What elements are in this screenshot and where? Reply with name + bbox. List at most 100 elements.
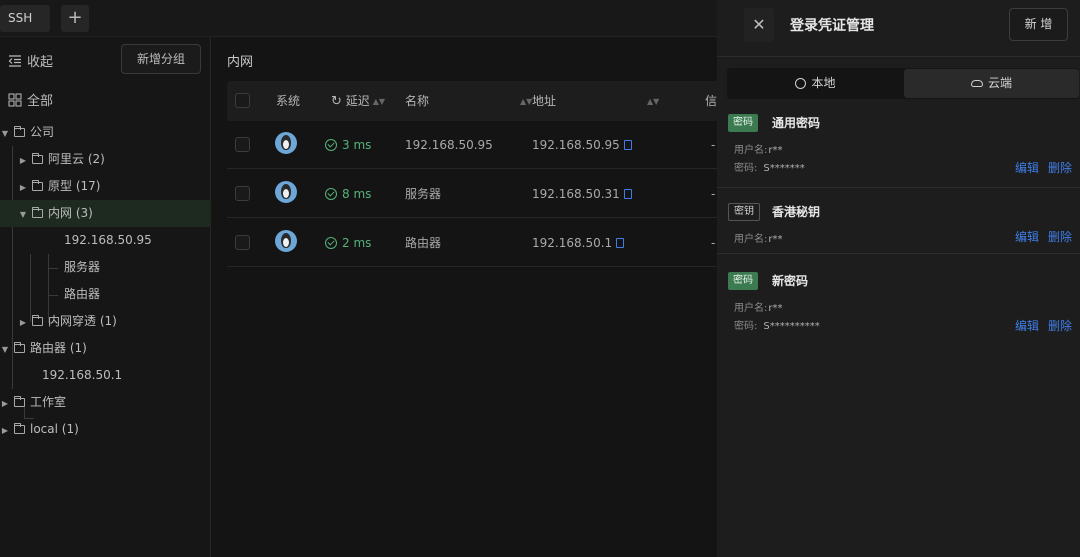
folder-icon <box>14 126 25 137</box>
copy-icon[interactable] <box>623 189 632 199</box>
collapse-icon <box>8 54 21 67</box>
tree-node-host[interactable]: 192.168.50.95 <box>64 227 152 254</box>
password-row: 密码: S********** <box>734 321 820 332</box>
tree-node-host[interactable]: 192.168.50.1 <box>42 362 122 389</box>
username-row: 用户名:r** <box>734 234 783 245</box>
add-group-button[interactable]: 新增分组 <box>121 44 201 74</box>
tree-node-folder-selected[interactable]: ▼ 内网 (3) <box>0 200 211 227</box>
caret-right-icon[interactable]: ▶ <box>0 390 10 417</box>
tree-node-folder[interactable]: ▶ 工作室 <box>0 389 66 416</box>
linux-icon <box>275 230 297 252</box>
column-address[interactable]: 地址 <box>532 81 556 121</box>
address-sort-icon[interactable]: ▲▼ <box>644 81 659 122</box>
sidebar: 收起 新增分组 全部 ▼ 公司 ▶ 阿里云 (2) ▶ 原型 (17) ▼ 内网 (3)… <box>0 37 211 557</box>
info-cell: - <box>711 236 716 250</box>
info-cell: - <box>711 187 716 201</box>
credential-item: 密码 新密码 用户名:r** 密码: S********** 编辑 删除 <box>717 272 1080 340</box>
latency-cell: 8 ms <box>325 170 371 218</box>
delete-link[interactable]: 删除 <box>1048 228 1072 245</box>
delete-link[interactable]: 删除 <box>1048 159 1072 176</box>
address-cell: 192.168.50.1 <box>532 219 625 267</box>
column-name[interactable]: 名称 <box>405 81 429 121</box>
caret-right-icon[interactable]: ▶ <box>0 417 10 444</box>
name-cell: 路由器 <box>405 236 442 250</box>
address-cell: 192.168.50.31 <box>532 170 632 218</box>
linux-icon <box>275 132 297 154</box>
edit-link[interactable]: 编辑 <box>1015 228 1039 245</box>
tree-guide-line <box>48 295 58 296</box>
caret-right-icon[interactable]: ▶ <box>18 147 28 174</box>
name-sort-icon[interactable]: ▲▼ <box>517 81 532 122</box>
new-credential-button[interactable]: 新 增 <box>1009 8 1068 41</box>
tab-ssh[interactable]: SSH <box>0 5 50 32</box>
tree-node-folder[interactable]: ▶ local (1) <box>0 416 79 443</box>
caret-right-icon[interactable]: ▶ <box>18 174 28 201</box>
type-badge: 密钥 <box>728 203 760 221</box>
check-circle-icon <box>325 188 337 200</box>
caret-down-icon[interactable]: ▼ <box>18 201 28 228</box>
storage-segmented-control: 本地 云端 <box>727 68 1079 99</box>
delete-link[interactable]: 删除 <box>1048 317 1072 334</box>
add-tab-button[interactable]: + <box>61 5 89 32</box>
check-circle-icon <box>325 139 337 151</box>
tree-node-folder[interactable]: ▼ 路由器 (1) <box>0 335 87 362</box>
info-cell: - <box>711 138 716 152</box>
username-row: 用户名:r** <box>734 303 783 314</box>
check-circle-icon <box>325 237 337 249</box>
cloud-icon <box>970 80 983 87</box>
select-all-checkbox[interactable] <box>235 93 250 108</box>
column-latency[interactable]: ↻ 延迟 ▲▼ <box>331 81 385 122</box>
column-system: 系统 <box>276 94 301 108</box>
grid-icon <box>8 93 22 106</box>
folder-icon <box>32 153 43 164</box>
copy-icon[interactable] <box>623 140 632 150</box>
row-checkbox[interactable] <box>235 137 250 152</box>
segment-local[interactable]: 本地 <box>728 69 903 98</box>
folder-icon <box>14 423 25 434</box>
table-row[interactable]: 8 ms 服务器 192.168.50.31 - <box>227 170 717 218</box>
folder-icon <box>14 396 25 407</box>
password-row: 密码: S******* <box>734 163 805 174</box>
edit-link[interactable]: 编辑 <box>1015 317 1039 334</box>
edit-link[interactable]: 编辑 <box>1015 159 1039 176</box>
sort-icon[interactable]: ▲▼ <box>373 82 385 122</box>
caret-right-icon[interactable]: ▶ <box>18 309 28 336</box>
tree-node-folder[interactable]: ▶ 内网穿透 (1) <box>18 308 117 335</box>
collapse-label: 收起 <box>27 55 54 70</box>
type-badge: 密码 <box>728 272 758 290</box>
row-checkbox[interactable] <box>235 235 250 250</box>
section-title: 内网 <box>227 55 254 70</box>
tree-node-host[interactable]: 服务器 <box>64 254 100 281</box>
username-row: 用户名:r** <box>734 145 783 156</box>
row-checkbox[interactable] <box>235 186 250 201</box>
table-row[interactable]: 2 ms 路由器 192.168.50.1 - <box>227 219 717 267</box>
tree-node-folder[interactable]: ▼ 公司 <box>0 119 54 146</box>
copy-icon[interactable] <box>616 238 625 248</box>
folder-icon <box>32 180 43 191</box>
tree-node-folder[interactable]: ▶ 阿里云 (2) <box>18 146 105 173</box>
credential-name: 通用密码 <box>772 116 821 130</box>
folder-icon <box>32 315 43 326</box>
segment-cloud[interactable]: 云端 <box>904 69 1079 98</box>
tab-bar: SSH + <box>0 0 717 37</box>
all-label: 全部 <box>27 94 54 109</box>
type-badge: 密码 <box>728 114 758 132</box>
folder-icon <box>32 207 43 218</box>
all-hosts-item[interactable]: 全部 <box>8 90 53 109</box>
tree-node-host[interactable]: 路由器 <box>64 281 100 308</box>
collapse-sidebar-button[interactable]: 收起 <box>8 51 53 70</box>
refresh-icon[interactable]: ↻ <box>331 94 342 109</box>
table-row[interactable]: 3 ms 192.168.50.95 192.168.50.95 - <box>227 121 717 169</box>
caret-down-icon[interactable]: ▼ <box>0 336 10 363</box>
caret-down-icon[interactable]: ▼ <box>0 120 10 147</box>
close-icon[interactable]: ✕ <box>744 8 774 42</box>
tree-node-folder[interactable]: ▶ 原型 (17) <box>18 173 101 201</box>
address-cell: 192.168.50.95 <box>532 121 632 169</box>
drawer-title: 登录凭证管理 <box>790 18 874 34</box>
name-cell: 192.168.50.95 <box>405 138 493 152</box>
credential-item: 密码 通用密码 用户名:r** 密码: S******* 编辑 删除 <box>717 114 1080 188</box>
credential-name: 新密码 <box>772 274 809 288</box>
column-info: 信 <box>705 94 718 108</box>
latency-cell: 3 ms <box>325 121 371 169</box>
table-header: 系统 ↻ 延迟 ▲▼ 名称 ▲▼ 地址 ▲▼ 信 <box>227 81 717 121</box>
